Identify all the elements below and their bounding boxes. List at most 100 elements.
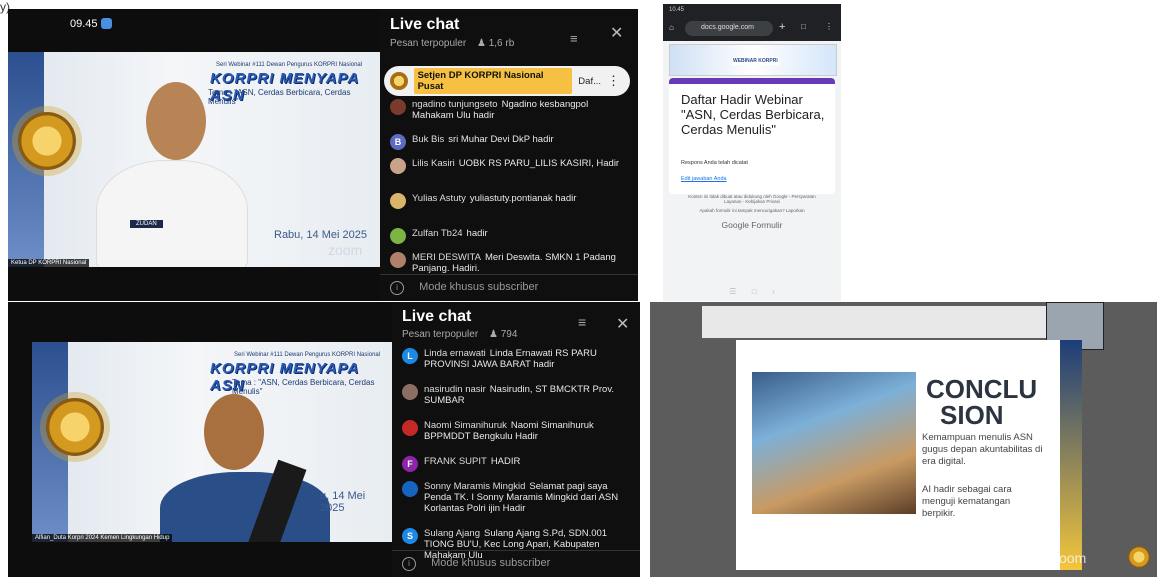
chat-message[interactable]: L Linda ernawati Linda Ernawati RS PARU PR… xyxy=(402,348,632,370)
avatar[interactable] xyxy=(390,252,406,268)
avatar[interactable] xyxy=(390,158,406,174)
event-date-bottom: u, 14 Mei 2025 xyxy=(320,490,366,514)
chat-title: Live chat xyxy=(390,16,460,33)
message-text: Naomi Simanihuruk Naomi Simanihuruk BPPMD… xyxy=(424,420,632,442)
chat-message[interactable]: Lilis Kasiri UOBK RS PARU_LILIS KASIRI, H… xyxy=(390,158,630,174)
chat-message[interactable]: Naomi Simanihuruk Naomi Simanihuruk BPPMD… xyxy=(402,420,632,442)
url-bar[interactable]: docs.google.com xyxy=(685,21,773,36)
message-author: Zulfan Tb24 xyxy=(412,228,463,239)
response-recorded: Respons Anda telah dicatat xyxy=(681,160,748,166)
form-title: Daftar Hadir Webinar "ASN, Cerdas Berbic… xyxy=(681,92,825,137)
form-banner: WEBINAR KORPRI xyxy=(669,44,837,76)
message-author: Yulias Astuty xyxy=(412,193,466,204)
message-text: Lilis Kasiri UOBK RS PARU_LILIS KASIRI, H… xyxy=(412,158,630,174)
avatar[interactable]: L xyxy=(402,348,418,364)
chat-message[interactable]: MERI DESWITA Meri Deswita. SMKN 1 Padang … xyxy=(390,252,630,274)
message-author: Naomi Simanihuruk xyxy=(424,420,507,431)
more-options-icon[interactable]: ⋮ xyxy=(607,73,620,89)
message-text: Sonny Maramis Mingkid Selamat pagi saya P… xyxy=(424,481,632,514)
pinned-text: Daf... xyxy=(578,75,601,87)
viewer-toolbar xyxy=(702,306,1092,338)
google-forms-brand: Google Formulir xyxy=(721,220,783,230)
chat-message[interactable]: Sonny Maramis Mingkid Selamat pagi saya P… xyxy=(402,481,632,514)
chat-footer: i Mode khusus subscriber xyxy=(380,274,638,301)
menu-icon[interactable]: ⋮ xyxy=(825,22,833,31)
home-icon[interactable]: ⌂ xyxy=(669,23,674,32)
message-body: UOBK RS PARU_LILIS KASIRI, Hadir xyxy=(458,158,620,169)
video-panel-top: 09.45 Seri Webinar #111 Dewan Pengurus K… xyxy=(8,9,380,301)
speaker-body-bottom xyxy=(160,472,330,542)
live-chat-top: Live chat Pesan terpopuler ♟ 1,6 rb ≡ ✕ … xyxy=(380,9,638,301)
message-text: FRANK SUPIT HADIR xyxy=(424,456,632,472)
url-text: docs.google.com xyxy=(701,24,754,31)
avatar[interactable] xyxy=(402,481,418,497)
korpri-logo-icon xyxy=(1128,546,1150,568)
slide-paragraph-2: AI hadir sebagai cara menguji kematangan… xyxy=(922,484,1012,519)
zoom-watermark: zoom xyxy=(328,242,363,258)
slide-accent xyxy=(1060,340,1082,570)
chat-message[interactable]: ngadino tunjungseto Ngadino kesbangpol Ma… xyxy=(390,99,630,121)
browser-bar: ⌂ docs.google.com + □ ⋮ xyxy=(663,17,841,41)
edit-response-link[interactable]: Edit jawaban Anda xyxy=(681,176,727,182)
viewer-count: 1,6 rb xyxy=(488,38,515,49)
close-icon-bottom[interactable]: ✕ xyxy=(616,314,629,334)
chat-message[interactable]: F FRANK SUPIT HADIR xyxy=(402,456,632,472)
new-tab-icon[interactable]: + xyxy=(779,21,785,33)
zoom-watermark-slide: zoom xyxy=(1052,550,1087,566)
chat-settings-icon[interactable]: ≡ xyxy=(570,31,578,46)
series-text-bottom: Seri Webinar #111 Dewan Pengurus KORPRI … xyxy=(234,352,381,358)
message-text: Yulias Astuty yuliastuty.pontianak hadir xyxy=(412,193,630,209)
pinned-message[interactable]: Setjen DP KORPRI Nasional Pusat Daf... ⋮ xyxy=(384,66,630,96)
korpri-medal-icon-bottom xyxy=(46,398,104,456)
phone-nav-bar: ☰ □ ‹ xyxy=(729,287,775,296)
slide-heading-2: SION xyxy=(940,400,1004,430)
message-author: ngadino tunjungseto xyxy=(412,99,498,110)
zoom-slide-panel: CONCLU SION Kemampuan menulis ASN gugus … xyxy=(650,302,1157,577)
slide-page: CONCLU SION Kemampuan menulis ASN gugus … xyxy=(736,340,1082,570)
chat-settings-icon-bottom[interactable]: ≡ xyxy=(578,314,586,330)
subscriber-mode-text: Mode khusus subscriber xyxy=(419,281,539,293)
message-text: Buk Bis sri Muhar Devi DkP hadir xyxy=(412,134,630,150)
chat-message[interactable]: nasirudin nasir Nasirudin, ST BMCKTR Prov… xyxy=(402,384,632,406)
speaker-name-label-bottom: Alfian_Duta Korpri 2024 Kemen Lingkungan… xyxy=(32,534,173,542)
phone-time: 10.45 xyxy=(669,7,685,13)
chat-subtitle-row: Pesan terpopuler ♟ 1,6 rb xyxy=(390,38,514,49)
avatar[interactable] xyxy=(402,420,418,436)
avatar[interactable] xyxy=(390,193,406,209)
chat-message[interactable]: Yulias Astuty yuliastuty.pontianak hadir xyxy=(390,193,630,209)
avatar[interactable]: S xyxy=(402,528,418,544)
viewers-icon-bottom: ♟ xyxy=(488,329,498,340)
korpri-medal-icon xyxy=(18,112,76,170)
avatar[interactable]: B xyxy=(390,134,406,150)
message-text: Linda ernawati Linda Ernawati RS PARU PRO… xyxy=(424,348,632,370)
subscriber-mode-text-bottom: Mode khusus subscriber xyxy=(431,557,551,569)
message-body: HADIR xyxy=(490,456,521,467)
avatar[interactable] xyxy=(402,384,418,400)
video-panel-bottom: Seri Webinar #111 Dewan Pengurus KORPRI … xyxy=(8,302,392,577)
tema-text-bottom: Tema : "ASN, Cerdas Berbicara, Cerdas Me… xyxy=(232,378,375,396)
speaker-name-label: Ketua DP KORPRI Nasional xyxy=(8,259,90,267)
close-icon[interactable]: ✕ xyxy=(610,23,623,43)
report-text: Apakah formulir ini tampak mencurigakan?… xyxy=(699,208,805,213)
banner-text: WEBINAR KORPRI xyxy=(732,57,779,65)
avatar[interactable]: F xyxy=(402,456,418,472)
chat-sort-label[interactable]: Pesan terpopuler xyxy=(390,38,466,49)
avatar[interactable] xyxy=(390,99,406,115)
info-icon-bottom: i xyxy=(402,557,416,571)
pinned-avatar xyxy=(390,72,408,90)
message-text: ngadino tunjungseto Ngadino kesbangpol Ma… xyxy=(412,99,630,121)
message-author: Lilis Kasiri xyxy=(412,158,455,169)
message-author: MERI DESWITA xyxy=(412,252,481,263)
chat-message[interactable]: Zulfan Tb24 hadir xyxy=(390,228,630,244)
message-author: Buk Bis xyxy=(412,134,445,145)
chat-message[interactable]: B Buk Bis sri Muhar Devi DkP hadir xyxy=(390,134,630,150)
speaker-body xyxy=(96,160,248,267)
video-stage-bottom: Seri Webinar #111 Dewan Pengurus KORPRI … xyxy=(32,342,392,542)
message-author: FRANK SUPIT xyxy=(424,456,487,467)
message-author: nasirudin nasir xyxy=(424,384,486,395)
avatar[interactable] xyxy=(390,228,406,244)
tabs-icon[interactable]: □ xyxy=(801,22,806,31)
chat-footer-bottom: i Mode khusus subscriber xyxy=(392,550,640,577)
chat-sort-label-bottom[interactable]: Pesan terpopuler xyxy=(402,329,478,340)
chat-title-bottom: Live chat xyxy=(402,308,472,325)
